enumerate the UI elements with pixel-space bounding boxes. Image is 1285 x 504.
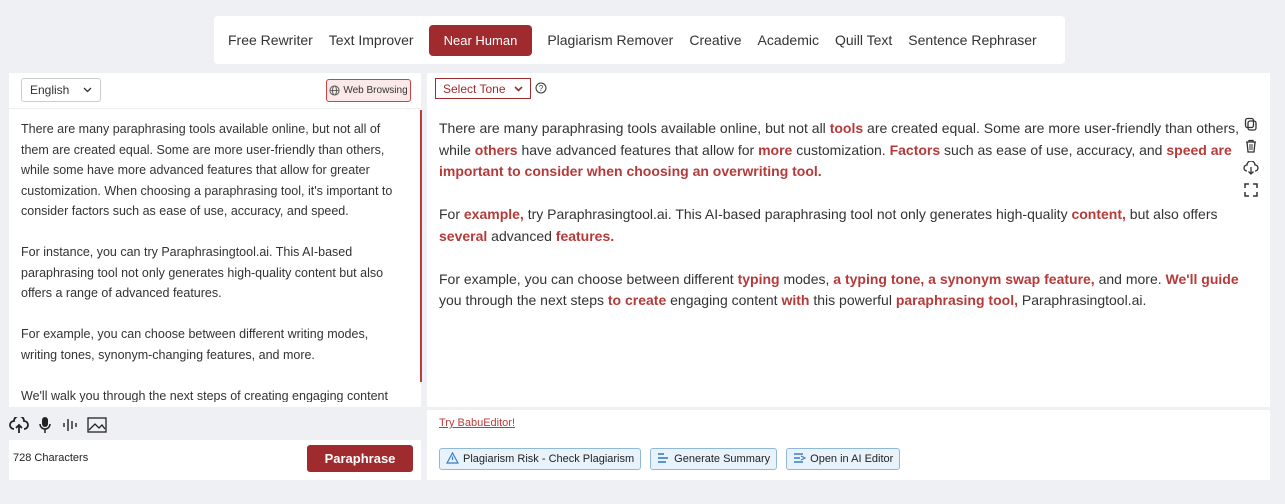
output-segment: There are many paraphrasing tools availa…: [439, 120, 830, 136]
copy-icon[interactable]: [1242, 115, 1260, 133]
paraphrase-button[interactable]: Paraphrase: [307, 445, 413, 472]
chevron-down-icon: [514, 85, 523, 92]
output-link-row: Try BabuEditor!: [427, 410, 1270, 440]
editor-icon: [793, 452, 807, 467]
language-select[interactable]: English: [21, 78, 101, 102]
tone-value: Select Tone: [443, 81, 506, 96]
output-segment: For: [439, 206, 464, 222]
character-count: 728 Characters: [13, 452, 89, 464]
changed-word[interactable]: tools: [830, 120, 863, 136]
tab-creative[interactable]: Creative: [689, 26, 741, 54]
changed-word[interactable]: to create: [608, 292, 666, 308]
output-paragraph: There are many paraphrasing tools availa…: [439, 118, 1244, 183]
changed-word[interactable]: several: [439, 228, 487, 244]
plagiarism-risk-check-plagiarism-button[interactable]: Plagiarism Risk - Check Plagiarism: [439, 448, 642, 470]
tone-select[interactable]: Select Tone: [435, 78, 531, 99]
input-paragraph: There are many paraphrasing tools availa…: [21, 122, 393, 218]
output-segment: but also offers: [1125, 206, 1218, 222]
output-paragraph: For example, try Paraphrasingtool.ai. Th…: [439, 204, 1244, 247]
web-browsing-button[interactable]: Web Browsing: [326, 79, 411, 102]
input-panel: English Web Browsing There are many para…: [9, 73, 422, 407]
summary-icon: [657, 452, 670, 467]
output-segment: such as ease of use, accuracy, and: [940, 141, 1167, 158]
output-segment: engaging content: [666, 292, 782, 308]
audio-wave-icon[interactable]: [61, 415, 81, 435]
output-segment: this powerful: [809, 292, 896, 308]
output-segment: For example, you can choose between diff…: [439, 270, 738, 287]
trash-icon[interactable]: [1242, 137, 1260, 155]
output-segment: advanced: [487, 227, 556, 244]
help-icon[interactable]: ?: [535, 82, 547, 94]
output-paragraph: For example, you can choose between diff…: [439, 269, 1244, 312]
generate-summary-button[interactable]: Generate Summary: [650, 448, 778, 470]
output-segment: you through the next steps: [439, 292, 608, 308]
changed-word[interactable]: more: [758, 142, 792, 158]
tab-sentence-rephraser[interactable]: Sentence Rephraser: [908, 26, 1036, 54]
warning-icon: [445, 451, 460, 467]
changed-word[interactable]: with: [781, 292, 809, 308]
output-toolbar: [1242, 115, 1260, 199]
tab-academic[interactable]: Academic: [758, 26, 819, 54]
action-label: Plagiarism Risk - Check Plagiarism: [463, 453, 635, 465]
output-segment: and more.: [1094, 270, 1166, 287]
output-segment: try Paraphrasingtool.ai. This AI-based p…: [523, 206, 1072, 222]
input-textarea[interactable]: There are many paraphrasing tools availa…: [21, 119, 401, 402]
web-browsing-label: Web Browsing: [343, 85, 408, 96]
output-panel: Select Tone ? There are many paraphrasin…: [427, 73, 1270, 407]
try-babueditor-link[interactable]: Try BabuEditor!: [439, 417, 515, 429]
language-value: English: [30, 83, 70, 97]
input-paragraph: For example, you can choose between diff…: [21, 327, 369, 362]
output-segment: have advanced features that allow for: [517, 141, 759, 158]
download-icon[interactable]: [1242, 159, 1260, 177]
output-segment: Paraphrasingtool.ai.: [1017, 292, 1147, 308]
microphone-icon[interactable]: [35, 415, 55, 435]
divider: [9, 108, 421, 109]
input-tools: [9, 410, 421, 440]
changed-word[interactable]: a typing tone, a synonym swap feature,: [833, 271, 1094, 287]
tab-near-human[interactable]: Near Human: [428, 24, 533, 56]
output-segment: modes,: [779, 270, 834, 287]
action-label: Open in AI Editor: [810, 453, 894, 465]
changed-word[interactable]: example,: [464, 206, 524, 222]
globe-icon: [329, 85, 340, 96]
changed-word[interactable]: content,: [1071, 206, 1125, 222]
input-footer: 728 Characters Paraphrase: [9, 440, 421, 480]
output-segment: customization.: [792, 141, 890, 158]
tab-free-rewriter[interactable]: Free Rewriter: [228, 26, 313, 54]
changed-word[interactable]: We'll guide: [1166, 271, 1239, 287]
output-text: There are many paraphrasing tools availa…: [439, 118, 1244, 333]
input-paragraph: For instance, you can try Paraphrasingto…: [21, 245, 384, 300]
image-icon[interactable]: [87, 415, 107, 435]
chevron-down-icon: [83, 87, 92, 93]
changed-word[interactable]: paraphrasing tool,: [896, 292, 1018, 308]
changed-word[interactable]: others: [475, 142, 518, 158]
tab-text-improver[interactable]: Text Improver: [329, 26, 414, 54]
action-buttons: Plagiarism Risk - Check Plagiarism Genera…: [439, 448, 901, 470]
open-in-ai-editor-button[interactable]: Open in AI Editor: [786, 448, 901, 470]
tab-quill-text[interactable]: Quill Text: [835, 26, 892, 54]
input-paragraph: We'll walk you through the next steps of…: [21, 388, 388, 403]
changed-word[interactable]: features.: [556, 228, 614, 244]
svg-text:?: ?: [539, 84, 544, 93]
action-label: Generate Summary: [674, 453, 771, 465]
changed-word[interactable]: typing: [738, 271, 780, 287]
changed-word[interactable]: Factors: [890, 142, 941, 158]
fullscreen-icon[interactable]: [1242, 181, 1260, 199]
mode-tabbar: Free Rewriter Text Improver Near Human Plag…: [214, 16, 1065, 64]
upload-cloud-icon[interactable]: [9, 415, 29, 435]
scrollbar[interactable]: [420, 110, 422, 382]
output-footer: Plagiarism Risk - Check Plagiarism Genera…: [427, 440, 1270, 480]
tab-plagiarism-remover[interactable]: Plagiarism Remover: [547, 26, 673, 54]
